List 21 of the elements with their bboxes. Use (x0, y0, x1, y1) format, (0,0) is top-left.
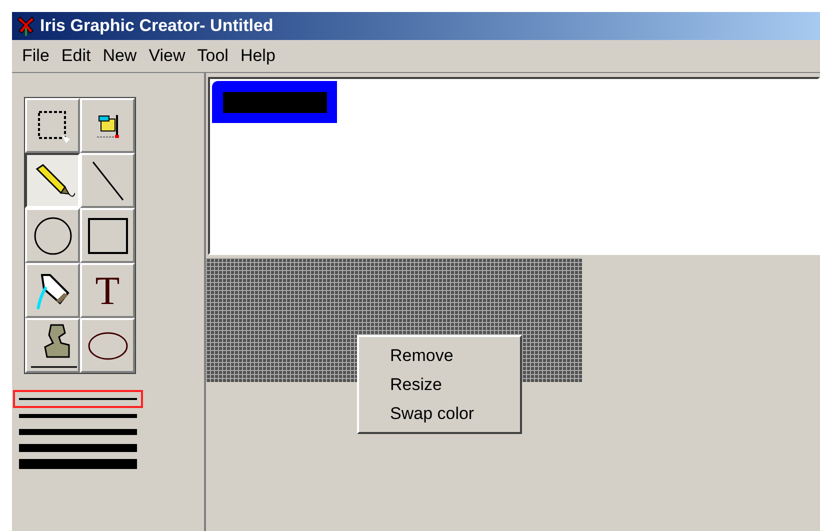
app-icon (16, 15, 36, 37)
tool-button[interactable] (25, 153, 80, 208)
menu-item[interactable]: File (16, 43, 56, 69)
line-icon (90, 158, 126, 202)
line-width-option[interactable] (13, 390, 143, 408)
menu-item[interactable]: Help (234, 43, 282, 69)
context-menu-item[interactable]: Remove (359, 341, 520, 370)
window-title: Iris Graphic Creator- Untitled (40, 15, 274, 38)
tool-button[interactable]: T (80, 263, 135, 318)
stamp-icon (28, 322, 76, 368)
ellipse-icon (86, 330, 128, 362)
menu-item[interactable]: New (96, 43, 143, 69)
menu-item[interactable]: Edit (55, 43, 97, 69)
dashed-selection-icon (36, 108, 70, 142)
menu-item[interactable]: View (142, 43, 192, 69)
context-menu-item[interactable]: Swap color (359, 399, 520, 428)
drawing-canvas[interactable] (208, 77, 820, 255)
circle-icon (32, 216, 72, 256)
rectangle-icon (86, 216, 128, 254)
context-menu-item[interactable]: Resize (359, 370, 520, 399)
menu-item[interactable]: Tool (191, 43, 234, 69)
